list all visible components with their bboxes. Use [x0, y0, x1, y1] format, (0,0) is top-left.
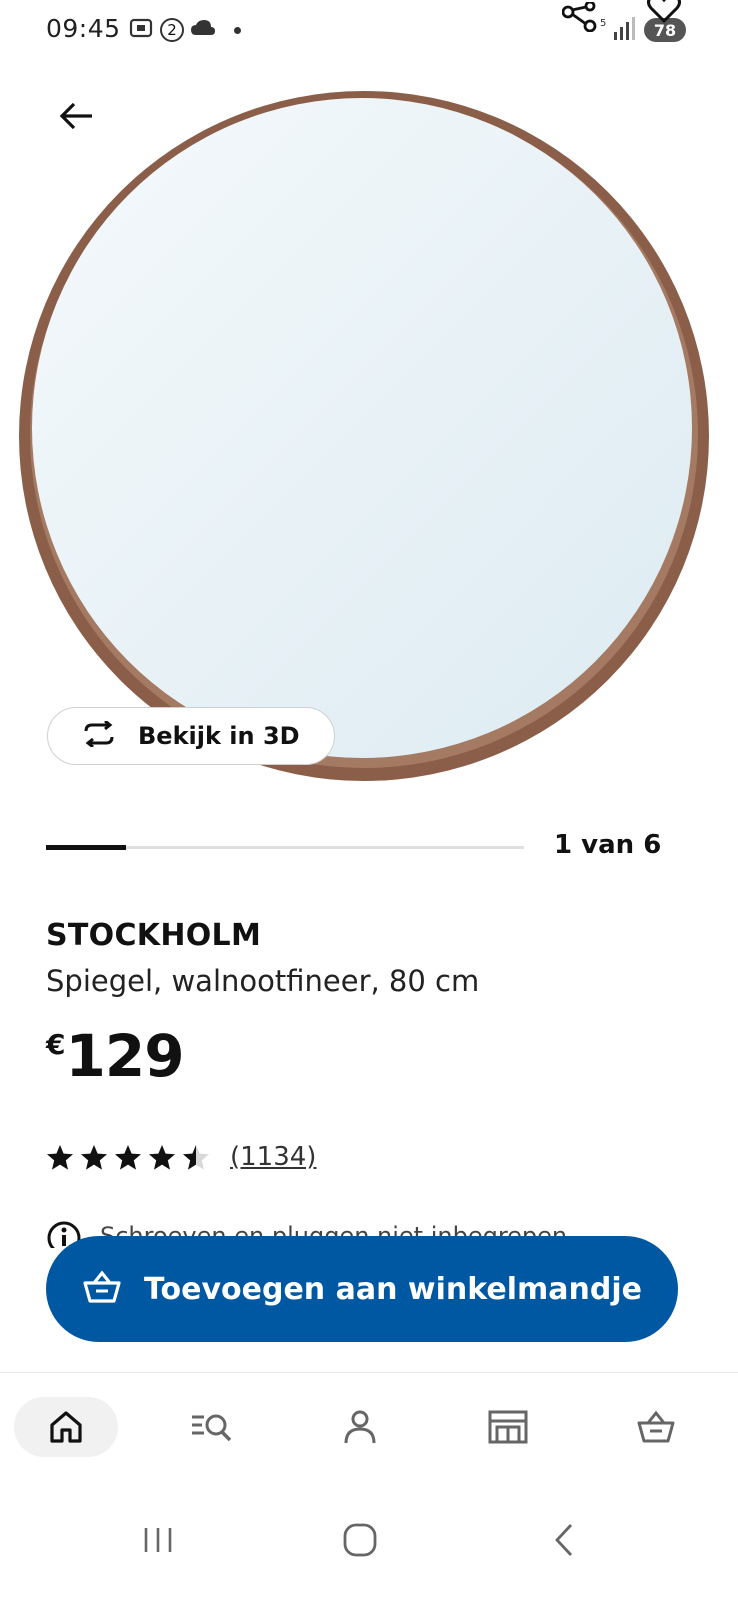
star-icon [183, 1144, 209, 1170]
product-name: STOCKHOLM [46, 918, 262, 953]
nav-home[interactable] [14, 1397, 118, 1457]
basket-icon [82, 1269, 122, 1309]
basket-icon [637, 1410, 675, 1443]
home-icon [50, 1411, 82, 1443]
svg-text:5: 5 [600, 18, 606, 29]
view-3d-button[interactable]: Bekijk in 3D [47, 707, 335, 765]
recent-apps-button[interactable] [118, 1500, 198, 1580]
home-system-button[interactable] [320, 1500, 400, 1580]
star-icon [149, 1144, 175, 1170]
rating-stars [46, 1144, 210, 1171]
signal-icon: 5 [598, 16, 636, 46]
bottom-navigation [0, 1372, 738, 1481]
status-bar: 09:45 2 5 78 [0, 0, 738, 60]
home-circle-icon [343, 1523, 377, 1557]
system-navigation-bar [0, 1480, 738, 1600]
screenshot-icon [128, 16, 154, 44]
store-icon [488, 1410, 528, 1444]
image-progress-fill [46, 845, 126, 850]
product-description: Spiegel, walnootfineer, 80 cm [46, 964, 480, 998]
nav-search[interactable] [160, 1397, 264, 1457]
nav-basket[interactable] [604, 1397, 708, 1457]
image-progress-bar [46, 845, 524, 850]
nav-store[interactable] [456, 1397, 560, 1457]
status-time: 09:45 [46, 14, 121, 43]
review-count-link[interactable]: (1134) [230, 1142, 316, 1172]
product-price: € 129 [46, 1022, 185, 1090]
rotate-3d-icon [80, 719, 118, 751]
back-button[interactable] [52, 94, 100, 138]
view-3d-label: Bekijk in 3D [138, 722, 300, 750]
star-icon [47, 1144, 73, 1170]
add-to-cart-label: Toevoegen aan winkelmandje [144, 1271, 642, 1307]
price-currency: € [46, 1028, 66, 1061]
notification-dot [234, 26, 241, 34]
sim-badge: 2 [160, 18, 184, 42]
arrow-left-icon [59, 102, 92, 130]
back-system-button[interactable] [524, 1500, 604, 1580]
recent-apps-icon [144, 1528, 172, 1552]
rating-row[interactable]: (1134) [46, 1142, 316, 1172]
share-icon[interactable] [561, 0, 598, 36]
search-list-icon [192, 1414, 232, 1442]
favorite-heart-icon[interactable] [646, 0, 682, 28]
product-image[interactable] [16, 88, 712, 788]
nav-profile[interactable] [308, 1397, 412, 1457]
add-to-cart-button[interactable]: Toevoegen aan winkelmandje [46, 1236, 678, 1342]
price-value: 129 [65, 1022, 184, 1090]
chevron-left-icon [555, 1524, 573, 1556]
image-counter: 1 van 6 [554, 830, 662, 860]
cloud-icon [190, 19, 216, 41]
profile-icon [344, 1410, 376, 1444]
star-icon [81, 1144, 107, 1170]
star-icon [115, 1144, 141, 1170]
